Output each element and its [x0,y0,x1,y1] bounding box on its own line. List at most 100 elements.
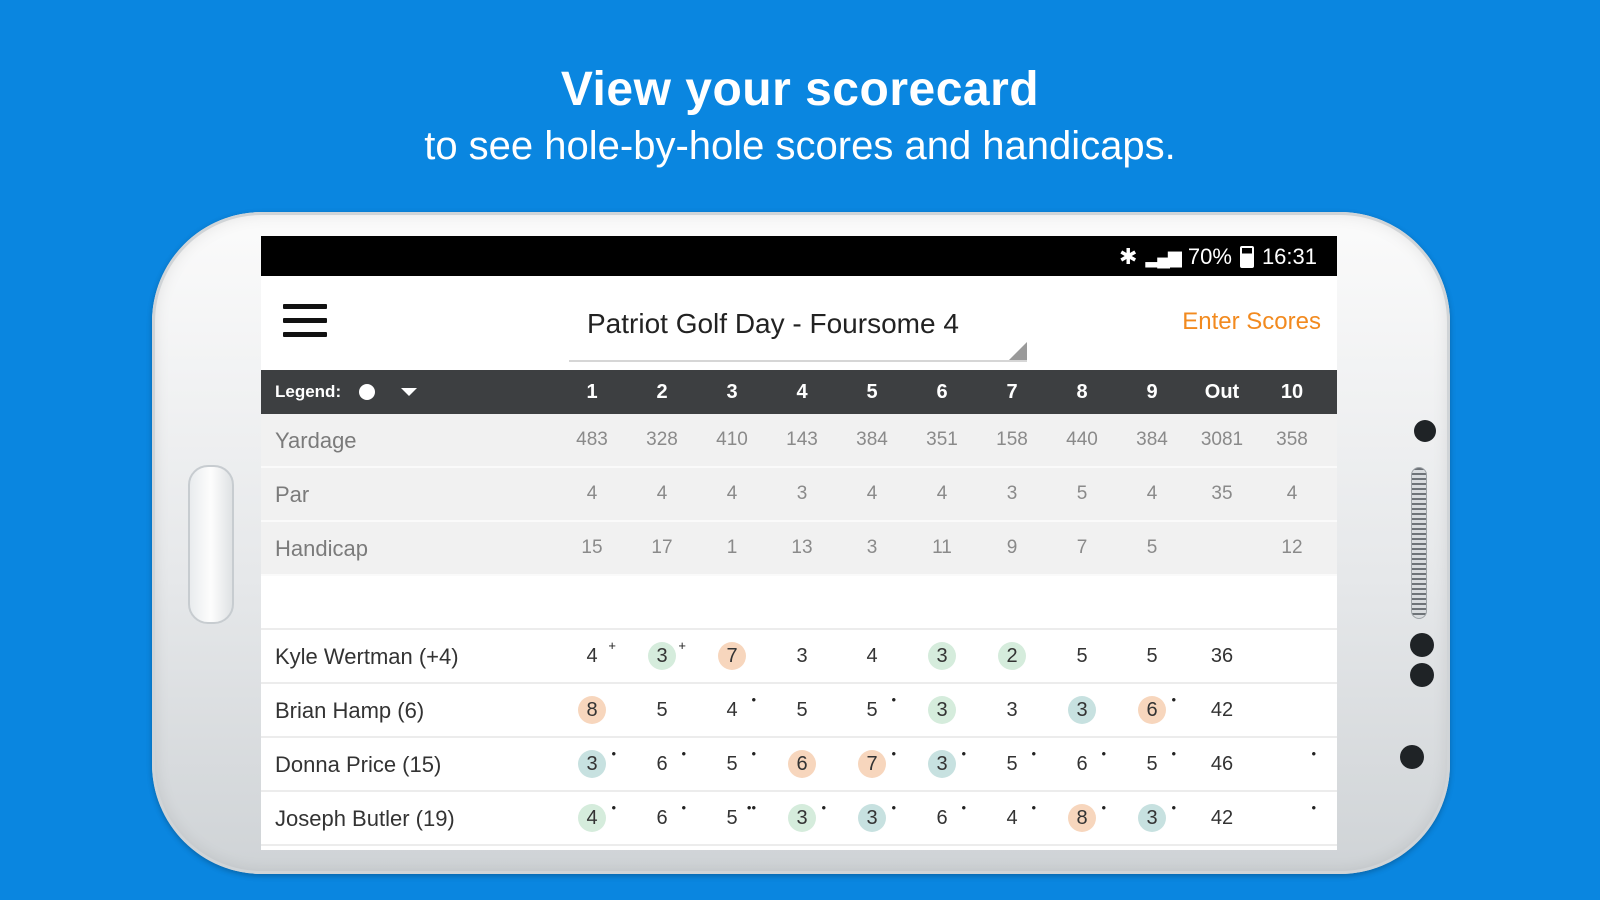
stroke-marker: • [1101,800,1106,815]
course-info-row: Par 4 4 4 3 4 4 3 5 4 35 4 [261,468,1337,522]
player-row[interactable]: Joseph Butler (19) 4 • 6 • 5 •• 3 • 3 • 6 • 4 • 8 • 3 • 42 • [261,792,1337,846]
info-cell: 11 [932,537,952,558]
score-cell: 8 • [1047,792,1117,844]
score-value: 5 [1146,644,1158,667]
score-cell: • [1257,792,1327,844]
score-value: 3 • [858,800,896,832]
score-value: 6 • [936,800,966,829]
info-cell [1187,522,1257,574]
stroke-marker: • [751,746,756,761]
battery-icon [1239,246,1254,268]
score-cell: 7 [697,630,767,682]
info-cell: 7 [1076,537,1088,558]
clock-time: 16:31 [1261,244,1317,269]
phone-camera [1400,745,1424,769]
score-cell: 5 • [977,738,1047,790]
score-cell: 6 • [627,792,697,844]
score-value: 4 • [726,692,756,721]
scorecard-header-row: Legend: 1 2 3 4 5 6 7 8 9 Out 10 [261,370,1337,414]
score-cell: 5 • [697,738,767,790]
score-value: 7 [718,642,746,670]
score-cell: 6 • [1117,684,1187,736]
info-cell: 384 [1136,429,1168,450]
legend-control[interactable]: Legend: [275,382,418,402]
stroke-marker: + [608,638,616,653]
info-cell: 17 [651,537,673,558]
stroke-marker: • [611,746,616,761]
score-value: 42 [1210,806,1234,829]
stroke-marker: • [751,692,756,707]
score-cell: 3 [907,630,977,682]
event-selector-dropdown[interactable]: Patriot Golf Day - Foursome 4 [569,294,1027,362]
legend-label: Legend: [275,382,342,401]
info-cell: 15 [581,537,603,558]
score-value: 3 • [578,746,616,778]
info-cell: 158 [996,429,1028,450]
score-cell: 6 [767,738,837,790]
row-label: Yardage [275,428,357,453]
stroke-marker: • [891,800,896,815]
score-value: 5 •• [726,800,756,829]
score-value: 5 [656,698,668,721]
score-value: 4 • [578,800,616,832]
player-row[interactable]: Brian Hamp (6) 8 5 4 • 5 5 • 3 3 3 6 • 42 [261,684,1337,738]
score-cell: 3 • [1117,792,1187,844]
hole-column-header: 10 [1280,380,1304,403]
player-row[interactable]: Donna Price (15) 3 • 6 • 5 • 6 7 • 3 • 5 • 6 • 5 • 46 • [261,738,1337,792]
stroke-marker: • [1031,746,1036,761]
score-value: 46 [1210,752,1234,775]
dropdown-corner-icon [1009,342,1027,360]
score-value: 3 • [928,746,966,778]
legend-dot-icon [359,384,376,400]
score-value: 36 [1210,644,1234,667]
score-value: 5 • [866,692,896,721]
score-value: 2 [998,642,1026,670]
score-cell: 5 • [837,684,907,736]
promo-headline: View your scorecard [560,63,1040,116]
enter-scores-button[interactable]: Enter Scores [1182,308,1321,336]
phone-sensor [1414,420,1436,442]
score-value: 8 [578,696,606,724]
stroke-marker: • [1171,800,1176,815]
info-cell: 1 [726,537,738,558]
player-name: Kyle Wertman (+4) [275,644,459,669]
player-name: Joseph Butler (19) [275,806,455,831]
stroke-marker: + [678,638,686,653]
battery-percent: 70% [1187,244,1232,269]
info-cell: 4 [1286,483,1298,504]
score-cell: 5 [627,684,697,736]
score-value: 3 [796,644,808,667]
hole-column-header: Out [1204,380,1240,403]
score-value: 3 • [788,800,826,832]
player-name: Donna Price (15) [275,752,442,777]
score-value: • [1278,800,1316,832]
row-label: Handicap [275,536,368,561]
score-value: 3 • [1138,800,1176,832]
hole-column-header: 4 [796,380,808,403]
score-cell: 3 • [557,738,627,790]
score-cell: 4 • [557,792,627,844]
hamburger-menu-icon[interactable] [283,304,327,342]
chevron-down-icon[interactable] [401,388,418,396]
score-cell: 3 • [907,738,977,790]
stroke-marker: • [961,800,966,815]
signal-icon: ▂▄▆ [1145,246,1181,267]
stroke-marker: • [1101,746,1106,761]
info-cell: 35 [1211,483,1233,504]
score-value: 6 • [1076,746,1106,775]
score-value: 3 [928,696,956,724]
info-cell: 351 [926,429,958,450]
phone-home-button [188,465,234,624]
info-cell: 410 [716,429,748,450]
score-cell: 5 [1117,630,1187,682]
info-cell: 143 [786,429,818,450]
info-cell: 13 [791,537,813,558]
stroke-marker: • [611,800,616,815]
score-value: 8 • [1068,800,1106,832]
course-info-row: Yardage 483 328 410 143 384 351 158 440 384 3081 35… [261,414,1337,468]
info-cell: 4 [726,483,738,504]
player-row[interactable]: Kyle Wertman (+4) 4 + 3 + 7 3 4 3 2 5 5 36 [261,630,1337,684]
info-cell: 4 [656,483,668,504]
score-value: • [1278,746,1316,778]
stroke-marker: • [681,746,686,761]
